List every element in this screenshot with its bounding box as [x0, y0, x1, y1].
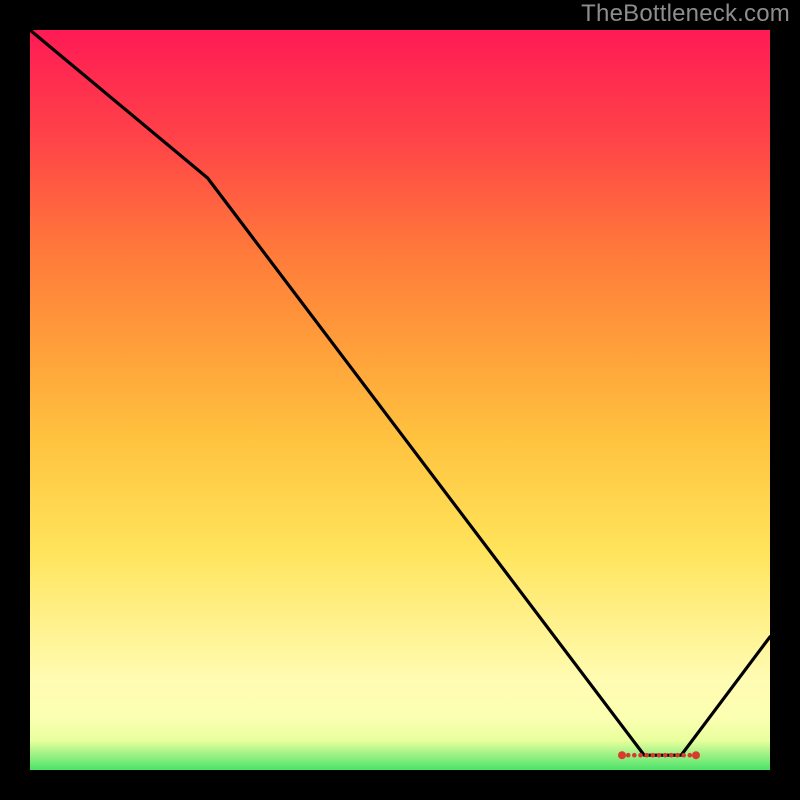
- annotation-dot: [632, 753, 637, 758]
- annotation-dot: [644, 753, 649, 758]
- annotation-dot: [688, 753, 693, 758]
- annotation-dot: [651, 753, 656, 758]
- annotation-dot: [681, 753, 686, 758]
- annotation-dot: [663, 753, 668, 758]
- annotation-dot: [618, 751, 626, 759]
- annotation-dot: [669, 753, 674, 758]
- heatmap-background: [30, 30, 770, 770]
- watermark-text: TheBottleneck.com: [581, 0, 790, 28]
- annotation-dot: [657, 753, 662, 758]
- annotation-dot: [638, 753, 643, 758]
- annotation-dot: [692, 751, 700, 759]
- plot-svg: [30, 30, 770, 770]
- annotation-dot: [626, 753, 631, 758]
- annotation-dot: [675, 753, 680, 758]
- chart-stage: TheBottleneck.com: [0, 0, 800, 800]
- plot-area: [30, 30, 770, 770]
